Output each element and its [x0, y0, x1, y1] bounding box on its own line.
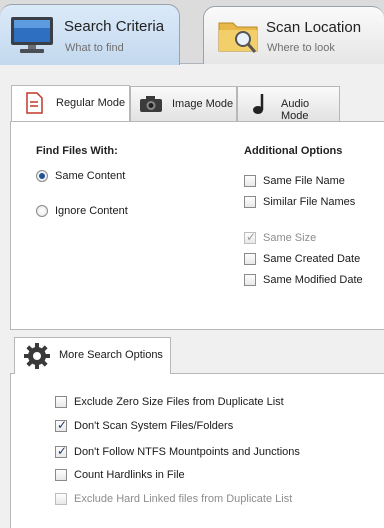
tab-scan-location-subtitle: Where to look	[267, 42, 335, 54]
check-icon: ✓	[56, 418, 68, 432]
music-note-icon	[253, 94, 264, 114]
checkbox[interactable]: ✓	[55, 444, 68, 458]
checkbox[interactable]	[244, 253, 256, 265]
checkbox[interactable]	[244, 274, 256, 286]
checkbox-dont-follow-ntfs[interactable]: ✓ Don't Follow NTFS Mountpoints and Junc…	[55, 444, 300, 459]
checkbox-same-file-name[interactable]: Same File Name	[244, 174, 345, 188]
checkbox-label: Exclude Zero Size Files from Duplicate L…	[74, 396, 284, 408]
checkbox-same-created-date[interactable]: Same Created Date	[244, 252, 360, 266]
document-icon	[26, 92, 43, 114]
checkbox-dont-scan-system[interactable]: ✓ Don't Scan System Files/Folders	[55, 418, 234, 433]
checkbox-label: Same Size	[263, 232, 317, 244]
tab-more-search-options[interactable]: More Search Options	[14, 337, 171, 374]
find-files-heading: Find Files With:	[36, 145, 118, 157]
checkbox-same-modified-date[interactable]: Same Modified Date	[244, 273, 363, 287]
tab-search-criteria-subtitle: What to find	[65, 42, 124, 54]
tab-image-mode[interactable]: Image Mode	[130, 86, 237, 122]
checkbox-count-hardlinks[interactable]: Count Hardlinks in File	[55, 468, 185, 482]
radio-button[interactable]	[36, 170, 48, 182]
checkbox[interactable]	[55, 396, 67, 408]
monitor-icon	[11, 17, 53, 53]
tab-regular-mode-label: Regular Mode	[56, 97, 126, 109]
checkbox	[55, 493, 67, 505]
checkbox: ✓	[244, 230, 257, 244]
folder-search-icon	[218, 22, 258, 53]
radio-label: Same Content	[55, 170, 126, 182]
checkbox-label: Similar File Names	[263, 196, 356, 208]
checkbox-label: Exclude Hard Linked files from Duplicate…	[74, 493, 293, 505]
checkbox[interactable]	[55, 469, 67, 481]
check-icon: ✓	[245, 230, 257, 244]
tab-scan-location-title: Scan Location	[266, 19, 362, 36]
tab-audio-mode-label: Audio Mode	[281, 98, 310, 122]
checkbox-label: Same File Name	[263, 175, 345, 187]
checkbox-same-size: ✓ Same Size	[244, 230, 317, 245]
additional-options-heading: Additional Options	[244, 145, 343, 157]
checkbox[interactable]: ✓	[55, 418, 68, 432]
tab-search-criteria[interactable]: Search Criteria What to find	[0, 4, 180, 65]
checkbox-label: Don't Follow NTFS Mountpoints and Juncti…	[74, 446, 300, 458]
checkbox-exclude-hard-linked: Exclude Hard Linked files from Duplicate…	[55, 492, 292, 506]
checkbox[interactable]	[244, 196, 256, 208]
checkbox-label: Same Created Date	[263, 253, 361, 265]
tab-search-criteria-title: Search Criteria	[64, 18, 165, 35]
checkbox-label: Don't Scan System Files/Folders	[74, 420, 234, 432]
checkbox-label: Count Hardlinks in File	[74, 469, 185, 481]
check-icon: ✓	[56, 444, 68, 458]
radio-button[interactable]	[36, 205, 48, 217]
radio-ignore-content[interactable]: Ignore Content	[36, 204, 128, 218]
tab-scan-location[interactable]: Scan Location Where to look	[203, 6, 384, 64]
tab-regular-mode[interactable]: Regular Mode	[11, 85, 130, 121]
radio-label: Ignore Content	[55, 205, 128, 217]
checkbox-label: Same Modified Date	[263, 274, 363, 286]
tab-more-search-options-label: More Search Options	[59, 349, 163, 361]
checkbox-exclude-zero-size[interactable]: Exclude Zero Size Files from Duplicate L…	[55, 395, 284, 409]
checkbox-similar-file-names[interactable]: Similar File Names	[244, 195, 355, 209]
tab-audio-mode[interactable]: Audio Mode	[237, 86, 340, 122]
camera-icon	[140, 96, 162, 112]
checkbox[interactable]	[244, 175, 256, 187]
radio-same-content[interactable]: Same Content	[36, 169, 125, 183]
gear-icon	[24, 343, 50, 369]
tab-image-mode-label: Image Mode	[172, 98, 234, 110]
